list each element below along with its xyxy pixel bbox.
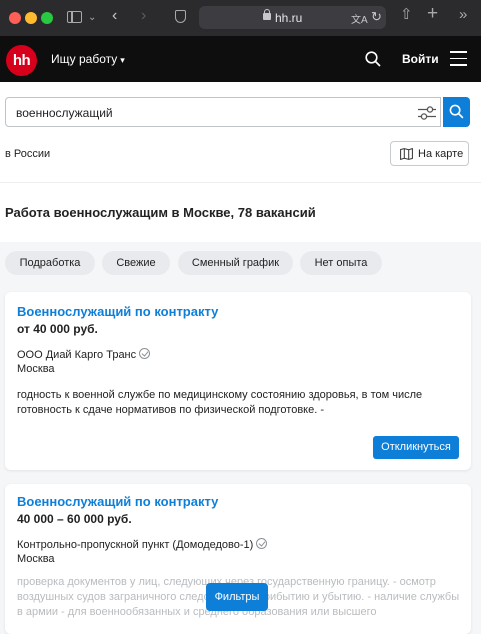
- address-bar[interactable]: hh.ru 文A ↻: [199, 6, 386, 29]
- vacancy-card: Военнослужащий по контракту 40 000 – 60 …: [5, 484, 471, 634]
- menu-icon[interactable]: [450, 51, 467, 66]
- chip-part-time[interactable]: Подработка: [5, 251, 95, 275]
- chip-shift-schedule[interactable]: Сменный график: [178, 251, 293, 275]
- chip-fresh[interactable]: Свежие: [102, 251, 170, 275]
- hh-logo[interactable]: hh: [6, 45, 37, 76]
- search-icon: [449, 104, 464, 119]
- vacancy-city: Москва: [17, 363, 55, 375]
- search-value: военнослужащий: [16, 106, 113, 120]
- vacancy-city: Москва: [17, 553, 55, 565]
- lock-icon: [263, 9, 271, 20]
- search-input[interactable]: военнослужащий: [5, 97, 441, 127]
- tab-overview-icon[interactable]: »: [459, 7, 467, 22]
- verified-icon: [256, 538, 268, 549]
- map-button[interactable]: На карте: [390, 141, 469, 166]
- reload-icon[interactable]: ↻: [371, 9, 382, 25]
- new-tab-icon[interactable]: +: [427, 4, 438, 23]
- translate-icon[interactable]: 文A: [351, 11, 368, 26]
- vacancy-company[interactable]: ООО Диай Карго Транс: [17, 348, 151, 361]
- share-icon[interactable]: ⇧: [400, 7, 413, 22]
- sidebar-toggle-icon[interactable]: [67, 11, 82, 23]
- filters-button[interactable]: Фильтры: [206, 583, 268, 611]
- company-name: ООО Диай Карго Транс: [17, 349, 137, 361]
- respond-button[interactable]: Откликнуться: [373, 436, 459, 459]
- results-title: Работа военнослужащим в Москве, 78 вакан…: [5, 205, 316, 220]
- region-label[interactable]: в России: [5, 148, 50, 160]
- vacancy-salary: 40 000 – 60 000 руб.: [17, 512, 132, 526]
- zoom-window-button[interactable]: [41, 12, 53, 24]
- vacancy-card: Военнослужащий по контракту от 40 000 ру…: [5, 292, 471, 470]
- close-window-button[interactable]: [9, 12, 21, 24]
- map-button-label: На карте: [418, 148, 464, 160]
- chip-no-experience[interactable]: Нет опыта: [300, 251, 382, 275]
- vacancy-company[interactable]: Контрольно-пропускной пункт (Домодедово-…: [17, 538, 268, 551]
- vacancy-title-link[interactable]: Военнослужащий по контракту: [17, 304, 218, 319]
- vacancy-description: годность к военной службе по медицинском…: [17, 389, 423, 416]
- job-menu-label: Ищу работу: [51, 52, 118, 66]
- search-icon[interactable]: [365, 51, 381, 67]
- verified-icon: [139, 348, 151, 359]
- back-arrow-icon[interactable]: ‹: [112, 8, 117, 24]
- vacancy-title-link[interactable]: Военнослужащий по контракту: [17, 494, 218, 509]
- chevron-down-icon: ▾: [120, 55, 125, 65]
- chevron-down-icon[interactable]: ⌄: [88, 11, 96, 25]
- minimize-window-button[interactable]: [25, 12, 37, 24]
- vacancy-salary: от 40 000 руб.: [17, 322, 98, 336]
- job-search-menu[interactable]: Ищу работу ▾: [51, 52, 125, 66]
- search-button[interactable]: [443, 97, 470, 127]
- browser-toolbar: ⌄ ‹ › hh.ru 文A ↻ ⇧ + »: [0, 0, 481, 36]
- login-link[interactable]: Войти: [402, 52, 439, 66]
- sliders-icon[interactable]: [418, 106, 436, 120]
- url-text: hh.ru: [275, 11, 303, 25]
- forward-arrow-icon[interactable]: ›: [141, 8, 146, 24]
- privacy-shield-icon[interactable]: [175, 10, 186, 23]
- map-icon: [400, 148, 413, 160]
- company-name: Контрольно-пропускной пункт (Домодедово-…: [17, 539, 254, 551]
